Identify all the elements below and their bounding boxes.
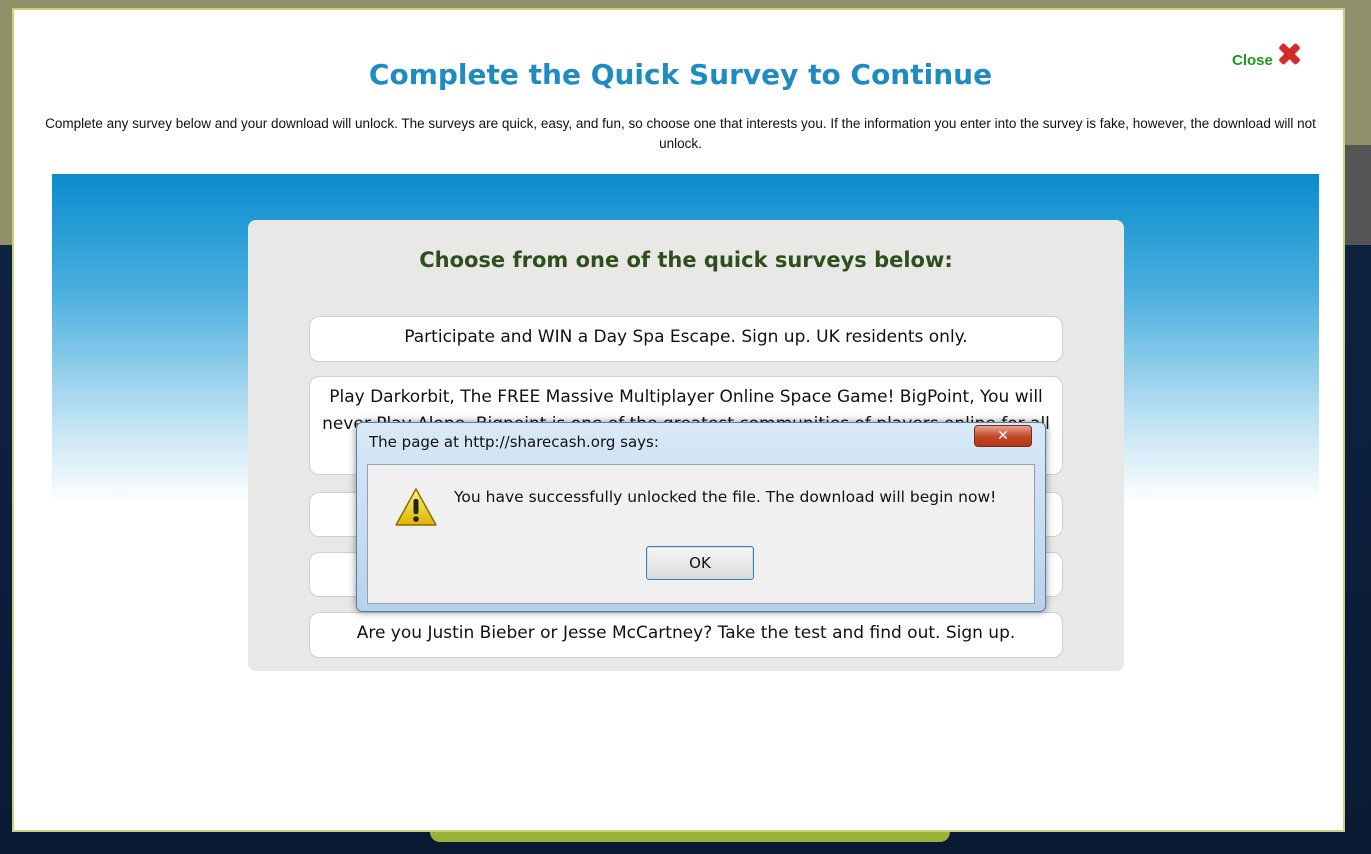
alert-dialog: The page at http://sharecash.org says: ✕… — [356, 422, 1046, 612]
dialog-close-button[interactable]: ✕ — [974, 425, 1032, 447]
warning-icon — [395, 488, 437, 526]
modal-description: Complete any survey below and your downl… — [45, 116, 1316, 151]
survey-list-heading: Choose from one of the quick surveys bel… — [419, 248, 953, 272]
dialog-title: The page at http://sharecash.org says: — [369, 433, 659, 451]
modal-title: Complete the Quick Survey to Continue — [368, 58, 993, 91]
dialog-message: You have successfully unlocked the file.… — [454, 488, 997, 506]
ok-button[interactable]: OK — [646, 546, 754, 580]
survey-modal: Close Complete the Quick Survey to Conti… — [12, 8, 1345, 832]
survey-offer[interactable]: Participate and WIN a Day Spa Escape. Si… — [309, 316, 1063, 362]
survey-offer[interactable]: Are you Justin Bieber or Jesse McCartney… — [309, 612, 1063, 658]
dialog-close-icon: ✕ — [997, 428, 1009, 444]
dialog-body: You have successfully unlocked the file.… — [367, 464, 1035, 604]
